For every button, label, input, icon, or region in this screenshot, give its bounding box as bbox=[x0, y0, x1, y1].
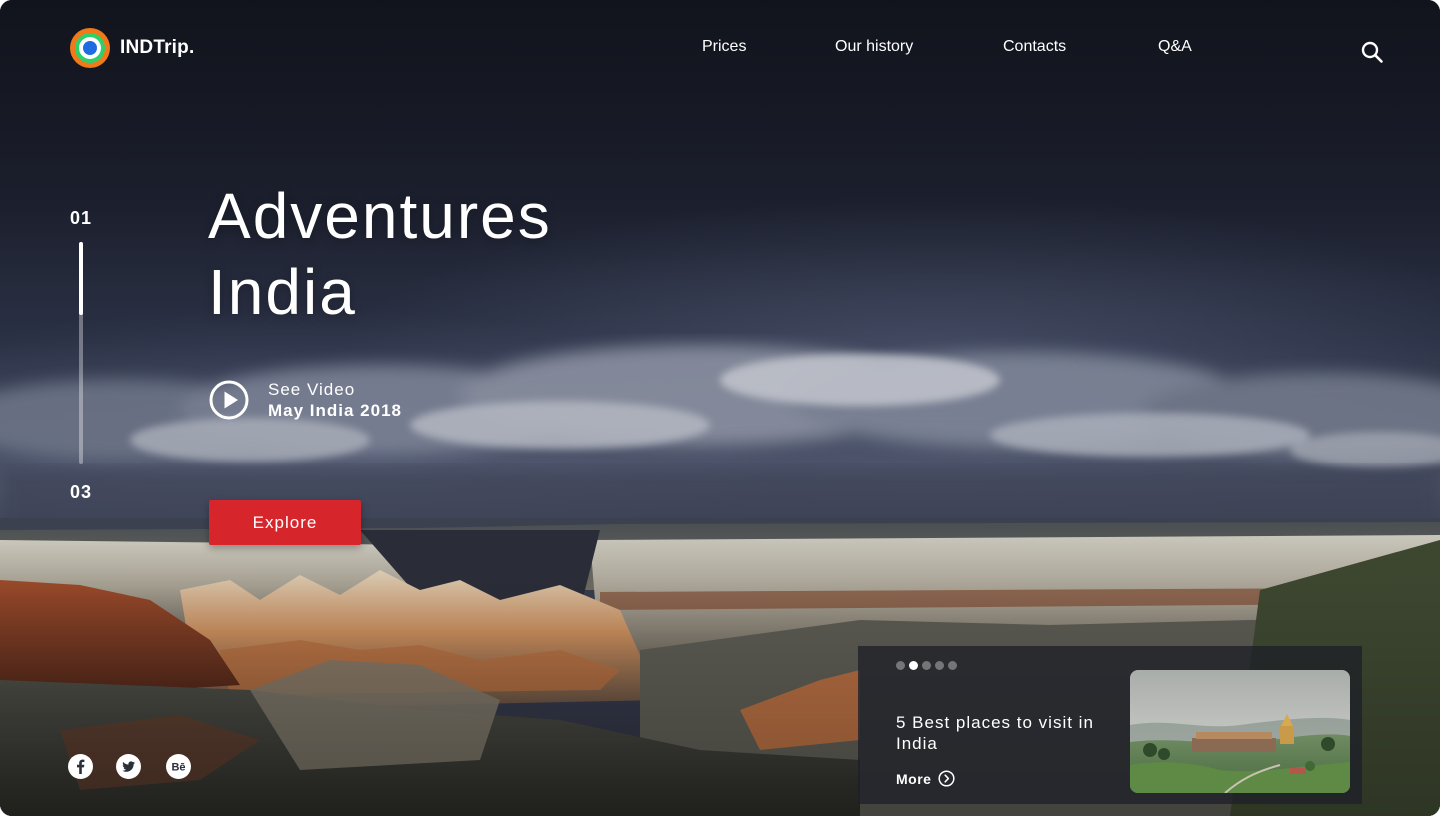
see-video-link[interactable]: See Video May India 2018 bbox=[209, 379, 402, 421]
video-label: See Video bbox=[268, 380, 356, 399]
video-subtitle: May India 2018 bbox=[268, 401, 403, 420]
hero-title: Adventures India bbox=[208, 178, 808, 330]
slide-total-number: 03 bbox=[70, 482, 93, 502]
chevron-right-circle-icon bbox=[938, 770, 956, 787]
search-icon[interactable] bbox=[1360, 40, 1384, 64]
facebook-icon[interactable] bbox=[68, 754, 93, 779]
nav-item-qa[interactable]: Q&A bbox=[1158, 38, 1192, 56]
explore-button[interactable]: Explore bbox=[209, 500, 361, 545]
slide-progress-track[interactable] bbox=[79, 242, 83, 464]
pagination-dot[interactable] bbox=[896, 661, 905, 670]
card-title: 5 Best places to visit in India bbox=[896, 713, 1094, 753]
nav-item-contacts[interactable]: Contacts bbox=[1003, 38, 1066, 56]
card-more-label: More bbox=[896, 770, 932, 787]
video-text-group: See Video May India 2018 bbox=[268, 379, 402, 421]
pagination-dot[interactable] bbox=[922, 661, 931, 670]
app-frame: INDTrip. Prices Our history Contacts Q&A… bbox=[0, 0, 1440, 816]
monastery-landscape-image bbox=[1130, 670, 1350, 793]
featured-article-card[interactable]: 5 Best places to visit in India More bbox=[858, 646, 1362, 804]
hero-title-line-2: India bbox=[208, 256, 357, 328]
svg-text:Bē: Bē bbox=[171, 761, 185, 773]
pagination-dot[interactable] bbox=[935, 661, 944, 670]
twitter-icon[interactable] bbox=[116, 754, 141, 779]
card-more-link[interactable]: More bbox=[896, 770, 956, 787]
behance-icon[interactable]: Bē bbox=[166, 754, 191, 779]
play-circle-icon[interactable] bbox=[209, 380, 249, 420]
main-nav: Prices Our history Contacts Q&A bbox=[0, 38, 1440, 60]
hero-title-line-1: Adventures bbox=[208, 180, 552, 252]
slide-current-number: 01 bbox=[70, 208, 93, 228]
pagination-dot[interactable] bbox=[909, 661, 918, 670]
slide-progress-fill bbox=[79, 242, 83, 315]
nav-item-our-history[interactable]: Our history bbox=[835, 38, 913, 56]
nav-item-prices[interactable]: Prices bbox=[702, 38, 746, 56]
card-pagination-dots[interactable] bbox=[896, 661, 957, 670]
pagination-dot[interactable] bbox=[948, 661, 957, 670]
